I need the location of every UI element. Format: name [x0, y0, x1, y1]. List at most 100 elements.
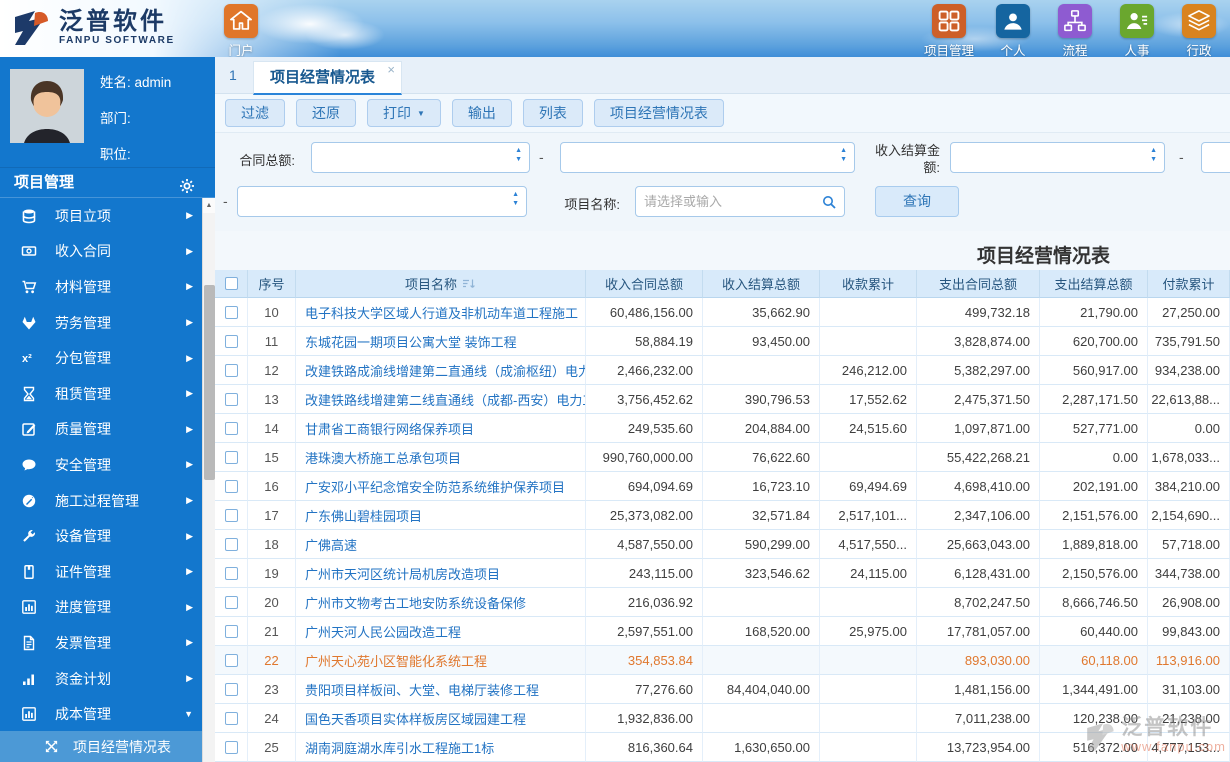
tab-group-index[interactable]: 1: [229, 57, 237, 94]
project-name-link[interactable]: 改建铁路成渝线增建第二直通线（成渝枢纽）电力工程: [296, 356, 586, 385]
row-number: 21: [248, 617, 296, 646]
amount-cell: 4,587,550.00: [586, 530, 703, 559]
income-settle-min-input[interactable]: ▲ ▼: [950, 142, 1165, 173]
project-name-link[interactable]: 东城花园一期项目公寓大堂 装饰工程: [296, 327, 586, 356]
sidebar-item[interactable]: 安全管理 ▶: [0, 447, 215, 483]
amount-cell: 1,678,033...: [1148, 443, 1230, 472]
table-row: 10 电子科技大学区域人行道及非机动车道工程施工 60,486,156.00 35,6…: [215, 298, 1230, 327]
row-checkbox[interactable]: [224, 305, 238, 319]
toolbar-button[interactable]: 打印 ▼: [367, 99, 441, 127]
project-name-field[interactable]: [644, 187, 822, 216]
nav-item-layers[interactable]: 行政: [1176, 4, 1222, 59]
project-name-link[interactable]: 贵阳项目样板间、大堂、电梯厅装修工程: [296, 675, 586, 704]
contract-total-max-field[interactable]: [569, 143, 832, 172]
amount-cell: [703, 588, 820, 617]
row-checkbox[interactable]: [224, 653, 238, 667]
row-checkbox[interactable]: [224, 479, 238, 493]
search-icon[interactable]: [821, 194, 837, 210]
project-name-link[interactable]: 广州市天河区统计局机房改造项目: [296, 559, 586, 588]
scrollbar-thumb[interactable]: [204, 285, 215, 480]
tab-strip: 1 项目经营情况表 ×: [215, 57, 1230, 95]
toolbar-button[interactable]: 过滤: [225, 99, 285, 127]
toolbar-button[interactable]: 项目经营情况表: [593, 99, 724, 127]
nav-item-grid[interactable]: 项目管理: [924, 4, 974, 59]
sidebar-item[interactable]: 施工过程管理 ▶: [0, 483, 215, 519]
row-checkbox[interactable]: [224, 566, 238, 580]
sidebar-item[interactable]: 证件管理 ▶: [0, 554, 215, 590]
sidebar-item[interactable]: 质量管理 ▶: [0, 412, 215, 448]
row-checkbox[interactable]: [224, 450, 238, 464]
income-settle-max-field[interactable]: [1210, 143, 1230, 172]
project-name-link[interactable]: 广佛高速: [296, 530, 586, 559]
toolbar-button[interactable]: 还原: [296, 99, 356, 127]
sort-icon[interactable]: [462, 278, 476, 290]
project-name-link[interactable]: 广州市文物考古工地安防系统设备保修: [296, 588, 586, 617]
nav-item-hr[interactable]: 人事: [1114, 4, 1160, 59]
sidebar-item[interactable]: 收入合同 ▶: [0, 234, 215, 270]
project-name-link[interactable]: 广州天心苑小区智能化系统工程: [296, 646, 586, 675]
row-checkbox[interactable]: [224, 595, 238, 609]
row-checkbox[interactable]: [224, 624, 238, 638]
amount-cell: 99,843.00: [1148, 617, 1230, 646]
project-name-link[interactable]: 港珠澳大桥施工总承包项目: [296, 443, 586, 472]
sidebar-item[interactable]: 资金计划 ▶: [0, 661, 215, 697]
spinner-arrows-icon[interactable]: ▲ ▼: [1150, 147, 1157, 163]
project-name-link[interactable]: 广东佛山碧桂园项目: [296, 501, 586, 530]
project-name-link[interactable]: 广安邓小平纪念馆安全防范系统维护保养项目: [296, 472, 586, 501]
amount-cell: 990,760,000.00: [586, 443, 703, 472]
sidebar-item[interactable]: x² 分包管理 ▶: [0, 340, 215, 376]
income-settle-min-field[interactable]: [959, 143, 1142, 172]
spinner-arrows-icon[interactable]: ▲ ▼: [840, 147, 847, 163]
amount-cell: 249,535.60: [586, 414, 703, 443]
chevron-right-icon: ▶: [186, 459, 193, 470]
nav-item-person[interactable]: 个人: [990, 4, 1036, 59]
row-checkbox[interactable]: [224, 537, 238, 551]
toolbar-button[interactable]: 输出: [451, 99, 512, 127]
amount-cell: 202,191.00: [1040, 472, 1148, 501]
income-settle-max-input[interactable]: [1201, 142, 1230, 173]
row-checkbox[interactable]: [224, 363, 238, 377]
row-checkbox[interactable]: [224, 711, 238, 725]
project-name-link[interactable]: 湖南洞庭湖水库引水工程施工1标: [296, 733, 586, 762]
contract-total-max-input[interactable]: ▲ ▼: [560, 142, 855, 173]
nav-item-flow[interactable]: 流程: [1052, 4, 1098, 59]
scroll-up-button[interactable]: ▲: [203, 198, 215, 213]
contract-total-min-field[interactable]: [320, 143, 507, 172]
project-name-link[interactable]: 国色天香项目实体样板房区域园建工程: [296, 704, 586, 733]
row-checkbox[interactable]: [224, 392, 238, 406]
project-name-link[interactable]: 广州天河人民公园改造工程: [296, 617, 586, 646]
sidebar-item[interactable]: 租赁管理 ▶: [0, 376, 215, 412]
row-checkbox[interactable]: [224, 508, 238, 522]
tab-project-report[interactable]: 项目经营情况表 ×: [253, 61, 403, 95]
sidebar-item[interactable]: 进度管理 ▶: [0, 590, 215, 626]
row-checkbox[interactable]: [224, 682, 238, 696]
sidebar-item[interactable]: 材料管理 ▶: [0, 269, 215, 305]
sidebar-item[interactable]: 项目立项 ▶: [0, 198, 215, 234]
spinner-arrows-icon[interactable]: ▲ ▼: [515, 147, 522, 163]
row-checkbox[interactable]: [224, 740, 238, 754]
range-continuation-field[interactable]: [246, 187, 504, 216]
gear-icon[interactable]: [179, 175, 195, 193]
row-number: 15: [248, 443, 296, 472]
sidebar-item-project-report[interactable]: 项目经营情况表: [0, 731, 215, 762]
nav-item-portal[interactable]: 门户: [218, 4, 264, 59]
project-name-link[interactable]: 甘肃省工商银行网络保养项目: [296, 414, 586, 443]
contract-total-min-input[interactable]: ▲ ▼: [311, 142, 530, 173]
project-name-link[interactable]: 电子科技大学区域人行道及非机动车道工程施工: [296, 298, 586, 327]
project-name-input[interactable]: [635, 186, 845, 217]
sidebar-scrollbar[interactable]: ▲: [202, 198, 215, 762]
sidebar-item-label: 租赁管理: [55, 385, 111, 402]
row-checkbox[interactable]: [224, 334, 238, 348]
select-all-checkbox[interactable]: [224, 277, 238, 290]
sidebar-item[interactable]: 劳务管理 ▶: [0, 305, 215, 341]
row-checkbox[interactable]: [224, 421, 238, 435]
sidebar-item[interactable]: 设备管理 ▶: [0, 518, 215, 554]
project-name-link[interactable]: 改建铁路线增建第二线直通线（成都-西安）电力工程: [296, 385, 586, 414]
search-button[interactable]: 查询: [875, 186, 959, 217]
close-icon[interactable]: ×: [387, 63, 395, 77]
range-continuation-input[interactable]: ▲ ▼: [237, 186, 527, 217]
sidebar-item[interactable]: 成本管理 ▼: [0, 696, 215, 732]
spinner-arrows-icon[interactable]: ▲ ▼: [512, 191, 519, 207]
sidebar-item[interactable]: 发票管理 ▶: [0, 625, 215, 661]
toolbar-button[interactable]: 列表: [522, 99, 583, 127]
